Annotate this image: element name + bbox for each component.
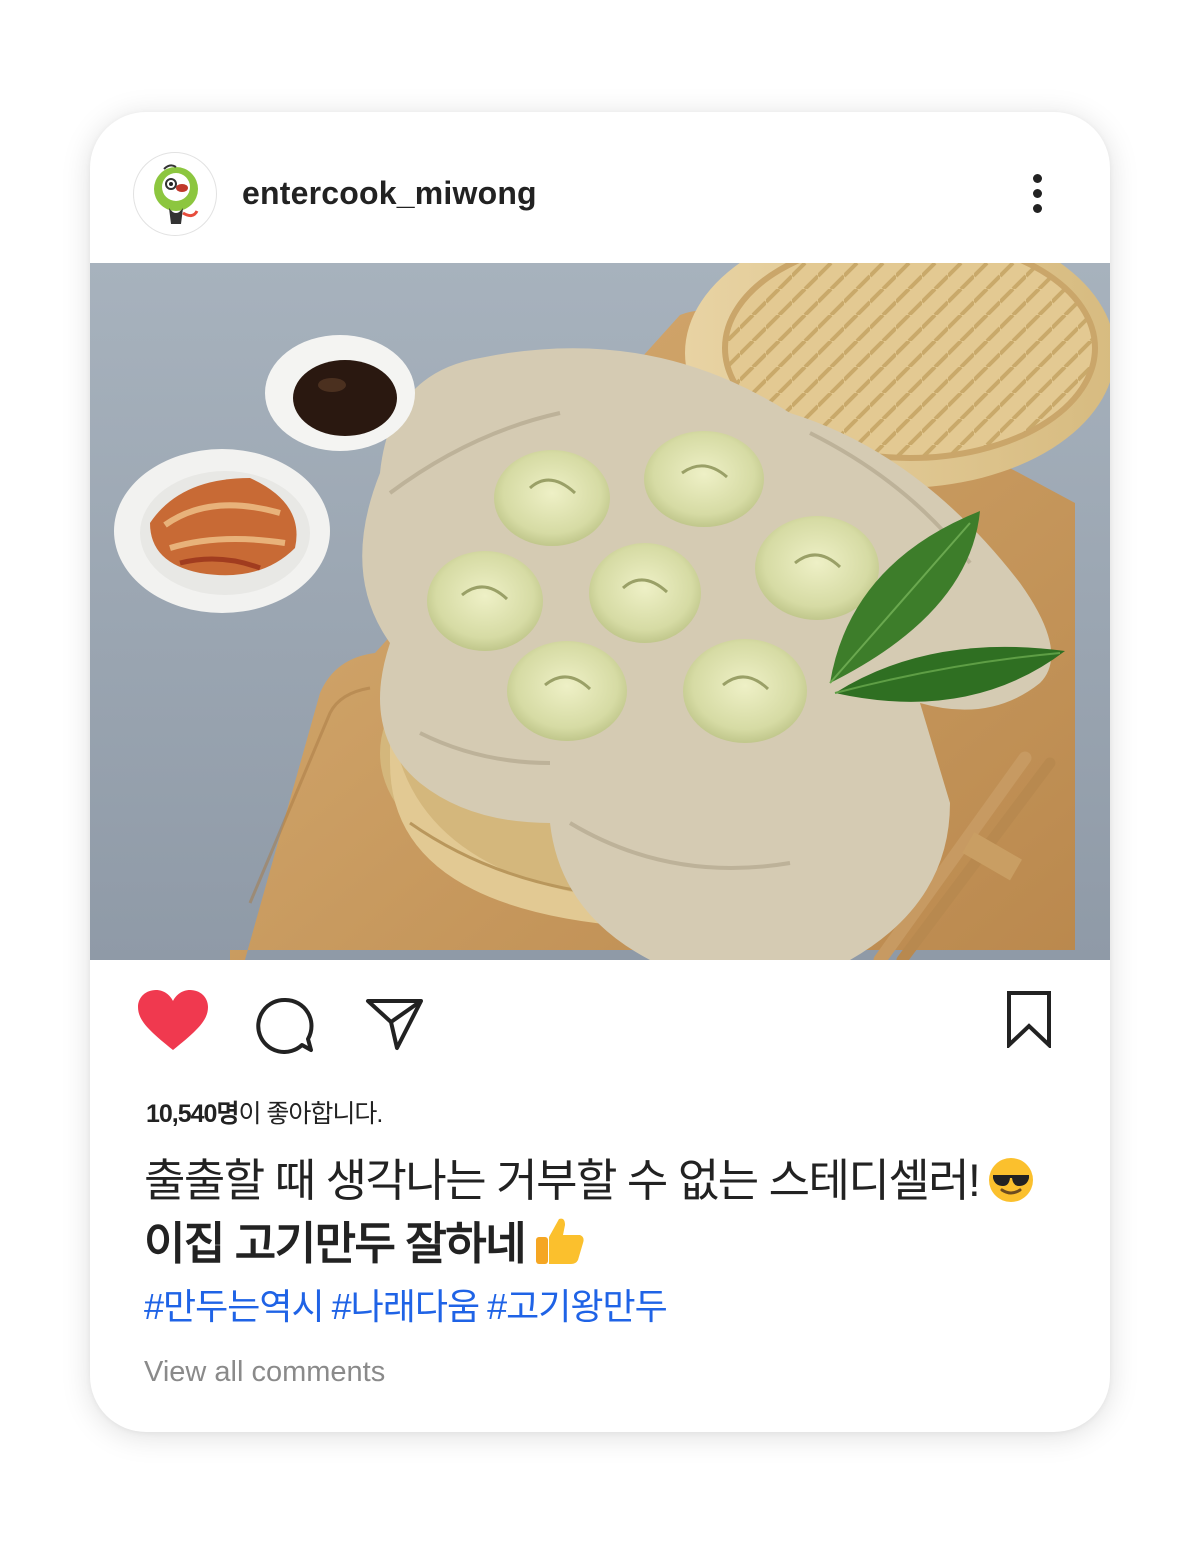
username[interactable]: entercook_miwong [242,175,537,212]
post-header: entercook_miwong [90,112,1110,263]
hashtag-link[interactable]: #나래다움 [332,1286,481,1327]
likes-suffix: 이 좋아합니다. [238,1100,383,1128]
dumpling-photo-illustration [90,263,1110,960]
vertical-ellipsis-icon[interactable] [1026,174,1050,214]
heart-icon[interactable] [138,990,208,1052]
mascot-logo [154,164,199,224]
caption-text-2: 이집 고기만두 잘하네 [144,1218,527,1269]
action-bar [90,960,1110,1070]
thumbs-up-emoji [536,1218,584,1264]
hashtag-link[interactable]: #만두는역시 [144,1286,325,1327]
likes-number: 10,540명 [146,1100,239,1128]
hashtag-link[interactable]: #고기왕만두 [487,1286,668,1327]
paper-plane-icon[interactable] [364,996,426,1052]
smiling-face-with-sunglasses-emoji [989,1158,1034,1202]
comment-bubble-icon[interactable] [255,996,315,1054]
caption-line-1: 출출할 때 생각나는 거부할 수 없는 스테디셀러! [144,1144,1035,1209]
avatar[interactable] [133,152,217,236]
bookmark-icon[interactable] [1006,990,1052,1048]
post-card: entercook_miwong 10,540명이 좋아합니다. 출출할 때 생… [90,112,1110,1432]
view-all-comments-link[interactable]: View all comments [144,1356,385,1389]
hashtags: #만두는역시 #나래다움 #고기왕만두 [144,1278,675,1330]
caption-text-1: 출출할 때 생각나는 거부할 수 없는 스테디셀러! [144,1155,981,1206]
caption-line-2: 이집 고기만두 잘하네 [144,1207,587,1272]
likes-count[interactable]: 10,540명이 좋아합니다. [146,1094,383,1130]
post-photo [90,263,1110,960]
